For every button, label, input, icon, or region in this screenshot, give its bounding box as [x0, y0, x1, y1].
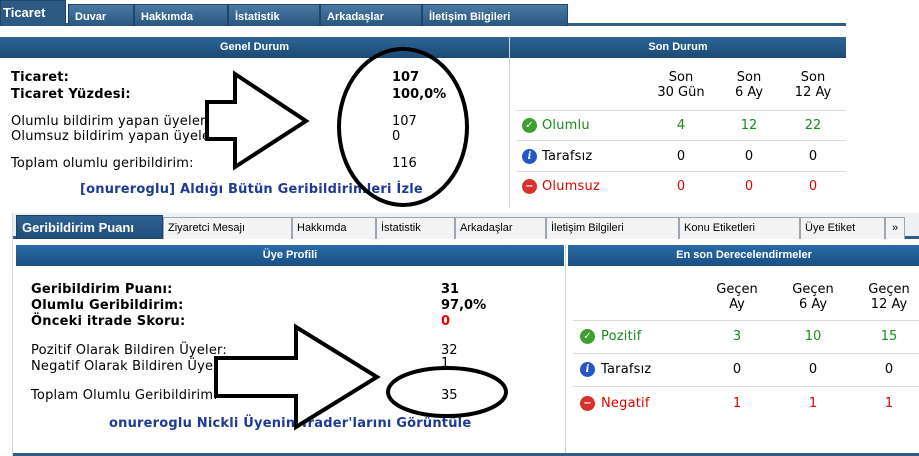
positive-last-12-months-value: 15	[880, 329, 898, 344]
neutral-last-6-months-value: 0	[808, 362, 818, 377]
trade-percent-value: 100,0%	[392, 87, 447, 102]
feedback-score-label: Geribildirim Puanı:	[31, 282, 173, 297]
negative-row-label: Olumsuz	[542, 179, 600, 194]
neutral-30-days-value: 0	[676, 149, 686, 164]
negative-last-month-value: 1	[732, 396, 742, 411]
tab-iletisim-bilgileri[interactable]: İletişim Bilgileri	[422, 4, 568, 26]
negative-row-label: Negatif	[601, 396, 650, 411]
column-divider	[565, 245, 566, 453]
col-header-last-12-months: Geçen 12 Ay	[868, 282, 910, 312]
negative-members-value: 0	[392, 129, 401, 144]
negative-reporters-label: Negatif Olarak Bildiren Üyeler:	[31, 359, 236, 374]
tab-geribildirim-puani[interactable]: Geribildirim Puanı	[16, 215, 163, 239]
trade-percent-label: Ticaret Yüzdesi:	[11, 87, 131, 102]
row-divider	[516, 171, 846, 172]
general-status-header: Genel Durum	[0, 37, 509, 58]
check-icon: ✓	[580, 329, 595, 344]
minus-icon: −	[522, 179, 537, 194]
trade-count-label: Ticaret:	[11, 70, 70, 85]
previous-itrade-score-value: 0	[441, 314, 451, 329]
positive-reporters-label: Pozitif Olarak Bildiren Üyeler:	[31, 343, 227, 358]
trade-count-value: 107	[392, 70, 420, 85]
row-divider	[516, 110, 846, 111]
positive-feedback-label: Olumlu Geribildirim:	[31, 298, 184, 313]
tab-iletisim-bilgileri[interactable]: İletişim Bilgileri	[546, 217, 679, 239]
neutral-last-month-value: 0	[732, 362, 742, 377]
profile-tab-bar: Geribildirim Puanı Ziyaretci Mesajı Hakk…	[13, 213, 919, 239]
check-icon: ✓	[522, 118, 537, 133]
positive-30-days-value: 4	[676, 118, 686, 133]
more-tabs-button[interactable]: »	[885, 217, 905, 239]
positive-12-months-value: 22	[804, 118, 822, 133]
positive-6-months-value: 12	[740, 118, 758, 133]
feedback-panel: Geribildirim Puanı Ziyaretci Mesajı Hakk…	[12, 213, 919, 456]
row-divider	[573, 353, 919, 354]
tab-istatistik[interactable]: İstatistik	[376, 217, 455, 239]
positive-last-month-value: 3	[732, 329, 742, 344]
positive-feedback-value: 97,0%	[441, 298, 487, 313]
positive-row-label: Olumlu	[542, 118, 590, 133]
col-header-30-days: Son 30 Gün	[657, 70, 705, 100]
tab-konu-etiketleri[interactable]: Konu Etiketleri	[679, 217, 800, 239]
negative-last-6-months-value: 1	[808, 396, 818, 411]
tab-istatistik[interactable]: İstatistik	[228, 4, 320, 26]
negative-members-label: Olumsuz bildirim yapan üyeler:	[11, 129, 221, 144]
feedback-score-value: 31	[441, 282, 460, 297]
total-positive-feedback-value: 35	[441, 388, 458, 403]
positive-members-value: 107	[392, 114, 417, 129]
neutral-row-label: Tarafsız	[601, 362, 652, 377]
tab-duvar[interactable]: Duvar	[68, 4, 134, 26]
tab-hakkimda[interactable]: Hakkımda	[292, 217, 376, 239]
profile-tab-bar: Ticaret Duvar Hakkımda İstatistik Arkada…	[0, 0, 846, 26]
col-header-12-months: Son 12 Ay	[794, 70, 832, 100]
col-header-last-month: Geçen Ay	[716, 282, 758, 312]
neutral-last-12-months-value: 0	[884, 362, 894, 377]
tab-uye-etiket[interactable]: Üye Etiket	[800, 217, 885, 239]
total-positive-feedback-label: Toplam Olumlu Geribildirim:	[31, 388, 218, 403]
col-header-6-months: Son 6 Ay	[734, 70, 764, 100]
tab-hakkimda[interactable]: Hakkımda	[134, 4, 228, 26]
negative-reporters-value: 1	[441, 356, 450, 371]
trade-panel: Ticaret Duvar Hakkımda İstatistik Arkada…	[0, 0, 846, 208]
view-traders-link[interactable]: onureroglu Nickli Üyenin Trader'larını G…	[109, 416, 471, 431]
tab-ziyaretci-mesaji[interactable]: Ziyaretci Mesajı	[163, 217, 292, 239]
row-divider	[573, 320, 919, 321]
tab-arkadaslar[interactable]: Arkadaşlar	[455, 217, 546, 239]
minus-icon: −	[580, 396, 595, 411]
member-profile-header: Üye Profili	[16, 245, 564, 266]
neutral-12-months-value: 0	[808, 149, 818, 164]
positive-row-label: Pozitif	[601, 329, 642, 344]
total-positive-value: 116	[392, 156, 417, 171]
previous-itrade-score-label: Önceki itrade Skoru:	[31, 314, 186, 329]
positive-last-6-months-value: 10	[804, 329, 822, 344]
negative-last-12-months-value: 1	[884, 396, 894, 411]
neutral-6-months-value: 0	[744, 149, 754, 164]
column-divider	[509, 37, 510, 208]
col-header-last-6-months: Geçen 6 Ay	[792, 282, 834, 312]
neutral-row-label: Tarafsız	[542, 149, 593, 164]
row-divider	[573, 386, 919, 387]
info-icon: i	[580, 362, 595, 377]
total-positive-label: Toplam olumlu geribildirim:	[11, 156, 194, 171]
latest-ratings-header: En son Derecelendirmeler	[568, 245, 919, 266]
negative-6-months-value: 0	[744, 179, 754, 194]
negative-30-days-value: 0	[676, 179, 686, 194]
view-all-feedback-link[interactable]: [onureroglu] Aldığı Bütün Geribildirimle…	[80, 182, 423, 197]
recent-status-header: Son Durum	[510, 37, 846, 58]
tab-arkadaslar[interactable]: Arkadaşlar	[320, 4, 422, 26]
row-divider	[516, 140, 846, 141]
negative-12-months-value: 0	[808, 179, 818, 194]
positive-members-label: Olumlu bildirim yapan üyeler:	[11, 114, 210, 129]
tab-ticaret[interactable]: Ticaret	[0, 0, 66, 26]
info-icon: i	[522, 149, 537, 164]
